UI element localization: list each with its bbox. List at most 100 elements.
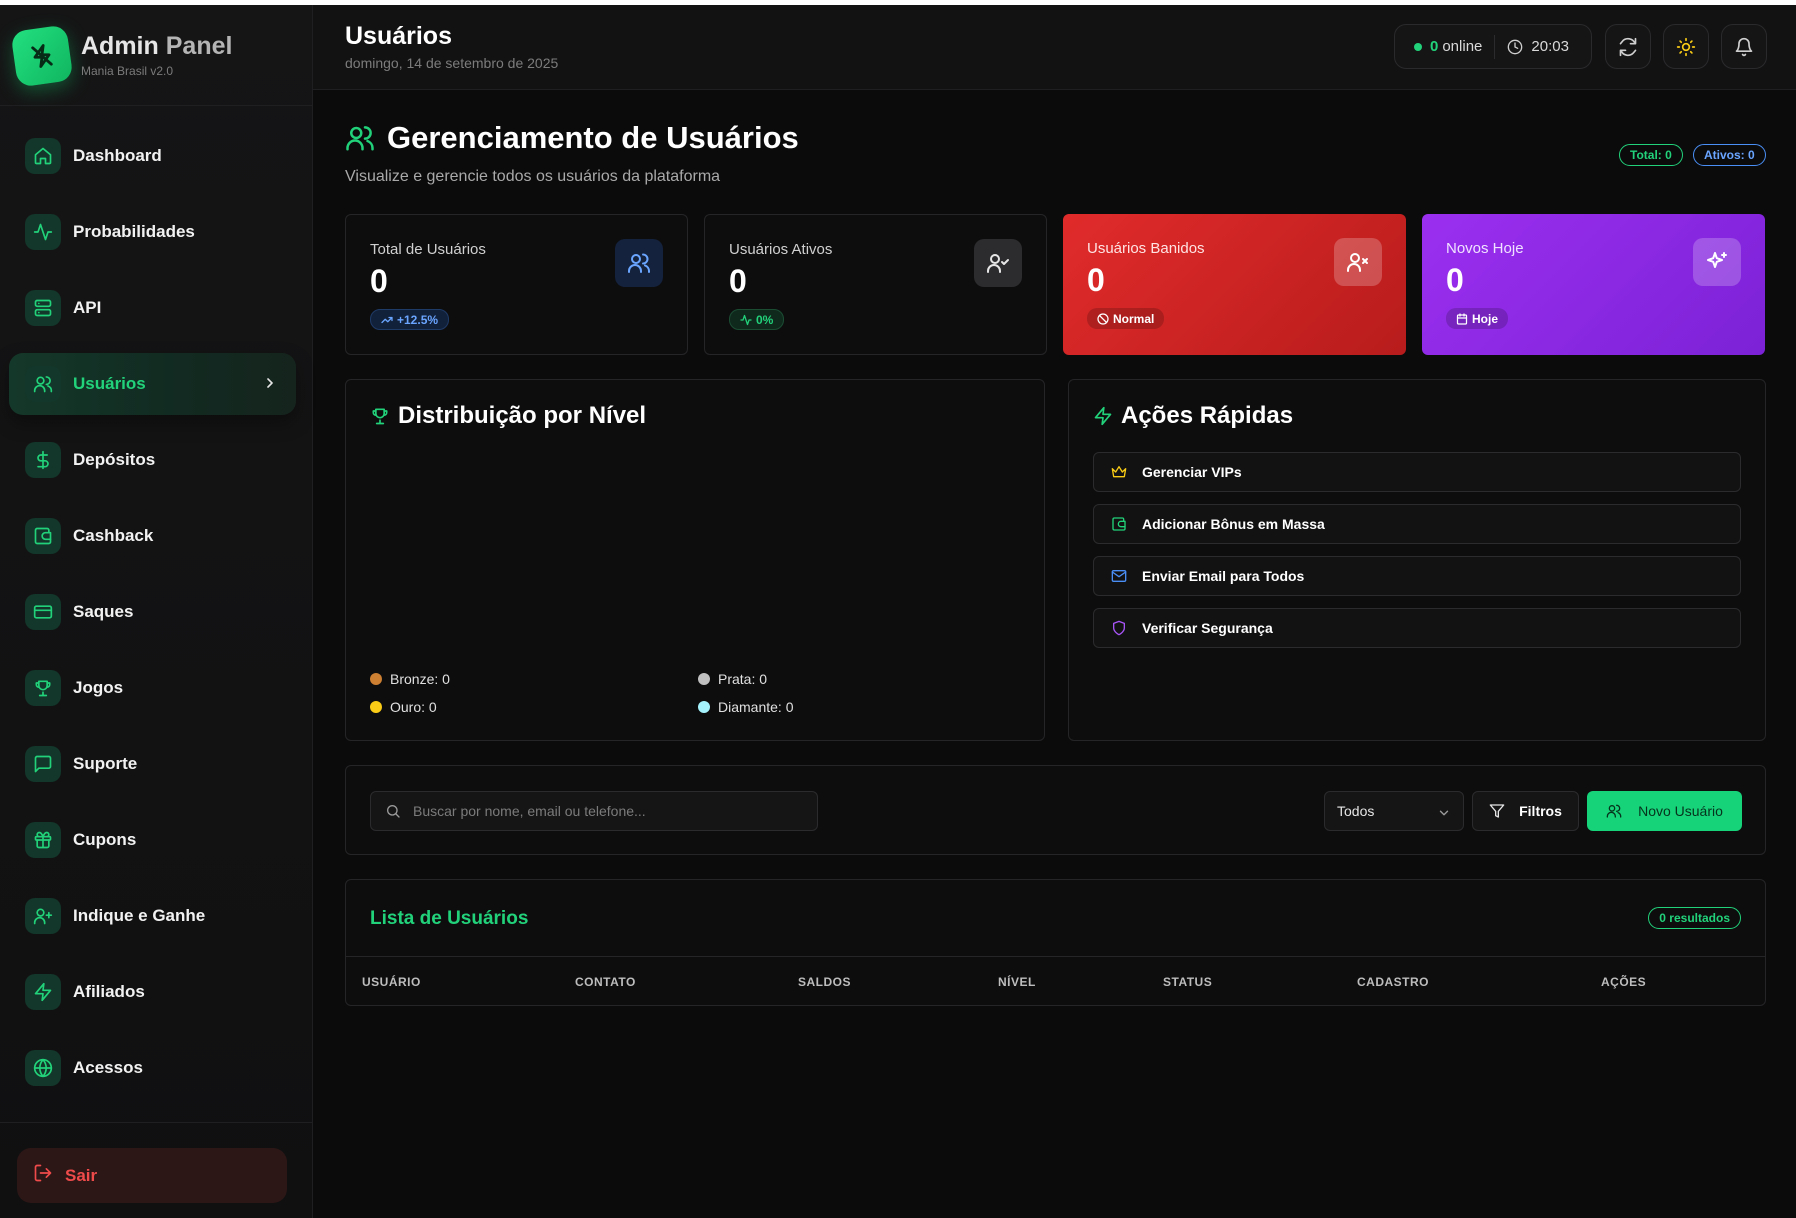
credit-card-icon — [25, 594, 61, 630]
chevron-down-icon — [1437, 806, 1451, 820]
users-table: Lista de Usuários 0 resultados USUÁRIO C… — [345, 879, 1766, 1006]
home-icon — [25, 138, 61, 174]
column-header-acoes[interactable]: AÇÕES — [1601, 975, 1646, 989]
table-header: USUÁRIO CONTATO SALDOS NÍVEL STATUS CADA… — [346, 956, 1766, 1006]
legend-dot — [698, 701, 710, 713]
column-header-saldos[interactable]: SALDOS — [798, 975, 851, 989]
search-input[interactable] — [413, 803, 793, 819]
stat-chip: 0% — [729, 309, 785, 330]
zap-icon — [25, 974, 61, 1010]
users-icon — [345, 123, 375, 153]
main-content: Gerenciamento de Usuários Visualize e ge… — [313, 90, 1796, 1218]
distribution-title: Distribuição por Nível — [370, 402, 646, 430]
sidebar-item-label: Usuários — [73, 374, 146, 393]
sidebar-item-label: Cupons — [73, 830, 137, 849]
logout-button[interactable]: Sair — [17, 1148, 287, 1203]
filter-icon — [1489, 803, 1505, 819]
stat-label: Novos Hoje — [1446, 240, 1524, 257]
online-label: online — [1442, 38, 1483, 55]
users-icon — [615, 239, 663, 287]
stat-chip-text: Normal — [1113, 311, 1155, 326]
page-title: Gerenciamento de Usuários — [345, 120, 799, 156]
legend-item-ouro: Ouro: 0 — [370, 699, 437, 715]
sidebar-item-dashboard[interactable]: Dashboard — [9, 125, 296, 187]
status-pill: 0 online 20:03 — [1394, 24, 1592, 69]
shield-icon — [1111, 620, 1127, 636]
new-user-label: Novo Usuário — [1638, 803, 1723, 819]
column-header-status[interactable]: STATUS — [1163, 975, 1212, 989]
sidebar-item-acessos[interactable]: Acessos — [9, 1037, 296, 1099]
search-icon — [385, 803, 401, 819]
theme-toggle-button[interactable] — [1663, 24, 1709, 69]
ban-icon — [1097, 312, 1109, 325]
distribution-panel: Distribuição por Nível Bronze: 0 Prata: … — [345, 379, 1045, 741]
refresh-button[interactable] — [1605, 24, 1651, 69]
trophy-icon — [25, 670, 61, 706]
calendar-icon — [1456, 312, 1468, 325]
sidebar-item-saques[interactable]: Saques — [9, 581, 296, 643]
column-header-cadastro[interactable]: CADASTRO — [1357, 975, 1429, 989]
sidebar-item-usuarios[interactable]: Usuários — [9, 353, 296, 415]
brand: Admin Panel Mania Brasil v2.0 — [0, 5, 312, 106]
action-label: Enviar Email para Todos — [1142, 568, 1305, 584]
sidebar-item-label: Probabilidades — [73, 222, 195, 241]
sidebar-item-label: Acessos — [73, 1058, 143, 1077]
top-header: Usuários domingo, 14 de setembro de 2025… — [313, 5, 1796, 90]
stat-label: Usuários Ativos — [729, 241, 833, 258]
column-header-contato[interactable]: CONTATO — [575, 975, 636, 989]
brand-title: Admin Panel — [81, 32, 233, 60]
activity-icon — [25, 214, 61, 250]
quick-actions-title: Ações Rápidas — [1093, 402, 1293, 430]
action-manage-vips[interactable]: Gerenciar VIPs — [1093, 452, 1741, 492]
action-verify-security[interactable]: Verificar Segurança — [1093, 608, 1741, 648]
sidebar-item-cupons[interactable]: Cupons — [9, 809, 296, 871]
active-badge: Ativos: 0 — [1693, 144, 1766, 166]
column-header-nivel[interactable]: NÍVEL — [998, 975, 1036, 989]
search-box — [370, 791, 818, 831]
sidebar-item-afiliados[interactable]: Afiliados — [9, 961, 296, 1023]
sidebar-item-depositos[interactable]: Depósitos — [9, 429, 296, 491]
gift-icon — [25, 822, 61, 858]
sidebar-item-cashback[interactable]: Cashback — [9, 505, 296, 567]
page-subtitle: Visualize e gerencie todos os usuários d… — [345, 168, 721, 185]
users-icon — [1606, 803, 1622, 819]
wallet-icon — [1111, 516, 1127, 532]
select-value: Todos — [1337, 803, 1375, 819]
sidebar-item-api[interactable]: API — [9, 277, 296, 339]
quick-actions-title-text: Ações Rápidas — [1121, 402, 1294, 429]
action-bulk-bonus[interactable]: Adicionar Bônus em Massa — [1093, 504, 1741, 544]
divider — [1494, 34, 1496, 59]
mail-icon — [1111, 568, 1127, 584]
column-header-usuario[interactable]: USUÁRIO — [362, 975, 421, 989]
page-title-text: Gerenciamento de Usuários — [387, 120, 799, 155]
logo-icon — [10, 24, 74, 88]
sidebar: Admin Panel Mania Brasil v2.0 Dashboard … — [0, 5, 313, 1218]
sidebar-item-indique[interactable]: Indique e Ganhe — [9, 885, 296, 947]
stat-value: 0 — [729, 263, 747, 299]
users-icon — [25, 366, 61, 402]
stat-card-active: Usuários Ativos 0 0% — [704, 214, 1047, 355]
sidebar-item-suporte[interactable]: Suporte — [9, 733, 296, 795]
logout-icon — [33, 1163, 53, 1188]
stat-chip-text: Hoje — [1472, 311, 1499, 326]
filter-bar: Todos Filtros Novo Usuário — [345, 765, 1766, 855]
sidebar-nav: Dashboard Probabilidades API Usuários De… — [9, 125, 296, 1113]
new-user-button[interactable]: Novo Usuário — [1587, 791, 1742, 831]
filters-button[interactable]: Filtros — [1472, 791, 1579, 831]
status-select[interactable]: Todos — [1324, 791, 1464, 831]
refresh-icon — [1618, 37, 1638, 57]
online-dot-icon — [1414, 42, 1422, 51]
wallet-icon — [25, 518, 61, 554]
sidebar-item-probabilidades[interactable]: Probabilidades — [9, 201, 296, 263]
notifications-button[interactable] — [1721, 24, 1767, 69]
chevron-right-icon — [262, 375, 278, 396]
stat-value: 0 — [1446, 262, 1464, 298]
sidebar-item-jogos[interactable]: Jogos — [9, 657, 296, 719]
header-title: Usuários — [345, 22, 452, 50]
legend-label: Diamante: 0 — [718, 699, 794, 715]
action-email-all[interactable]: Enviar Email para Todos — [1093, 556, 1741, 596]
stat-chip: Normal — [1087, 308, 1165, 329]
sun-icon — [1676, 37, 1696, 57]
trophy-icon — [370, 406, 390, 426]
sidebar-divider — [0, 1122, 313, 1123]
